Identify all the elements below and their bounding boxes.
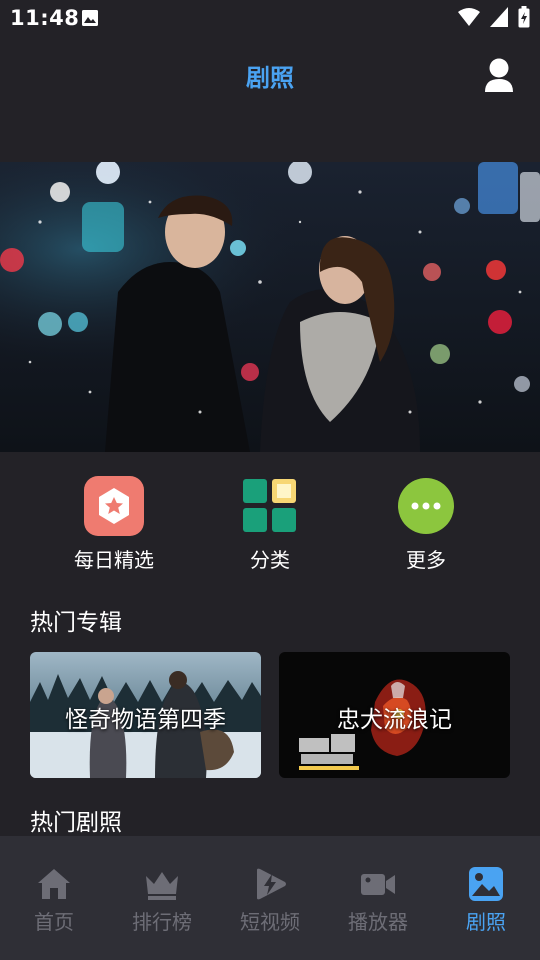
quick-link-label: 每日精选 [74, 548, 154, 572]
tab-label: 短视频 [240, 910, 300, 934]
section-title-hot-albums: 热门专辑 [30, 610, 122, 636]
video-camera-icon [361, 874, 395, 895]
tab-player[interactable]: 播放器 [324, 836, 432, 960]
lightning-play-icon [257, 868, 286, 900]
album-title: 怪奇物语第四季 [65, 707, 226, 733]
section-title-hot-stills: 热门剧照 [30, 810, 122, 836]
bottom-tab-bar: 首页 排行榜 短视频 播放器 剧照 [0, 836, 540, 960]
tab-label: 剧照 [466, 910, 506, 934]
user-icon [485, 58, 513, 92]
page-title: 剧照 [246, 64, 294, 92]
battery-icon [518, 6, 530, 28]
gallery-notification-icon [82, 10, 98, 26]
photo-icon [469, 867, 503, 901]
grid-icon [240, 476, 300, 536]
quick-link-more[interactable]: 更多 [366, 476, 486, 573]
tab-home[interactable]: 首页 [0, 836, 108, 960]
tab-label: 首页 [34, 910, 74, 934]
album-title: 忠犬流浪记 [337, 707, 452, 733]
tab-ranking[interactable]: 排行榜 [108, 836, 216, 960]
album-card-loyal-dog[interactable]: 忠犬流浪记 [279, 652, 510, 778]
quick-link-daily-picks[interactable]: 每日精选 [54, 476, 174, 573]
banner-image [0, 162, 540, 452]
tab-stills[interactable]: 剧照 [432, 836, 540, 960]
quick-link-label: 分类 [250, 548, 290, 572]
tab-label: 播放器 [348, 910, 408, 934]
user-profile-button[interactable] [482, 56, 516, 96]
tab-label: 排行榜 [132, 910, 192, 934]
status-time: 11:48 [10, 6, 80, 30]
tab-short-video[interactable]: 短视频 [216, 836, 324, 960]
star-badge-icon [84, 476, 144, 536]
status-bar: 11:48 [0, 0, 540, 36]
crown-icon [146, 872, 178, 900]
quick-link-category[interactable]: 分类 [210, 476, 330, 573]
app-header: 剧照 [0, 36, 540, 122]
featured-banner[interactable] [0, 162, 540, 452]
home-icon [38, 869, 70, 899]
album-card-stranger-things[interactable]: 怪奇物语第四季 [30, 652, 261, 778]
quick-link-label: 更多 [406, 548, 446, 572]
wifi-icon [458, 8, 480, 26]
cell-signal-icon [490, 7, 508, 27]
more-dots-icon [396, 476, 456, 536]
